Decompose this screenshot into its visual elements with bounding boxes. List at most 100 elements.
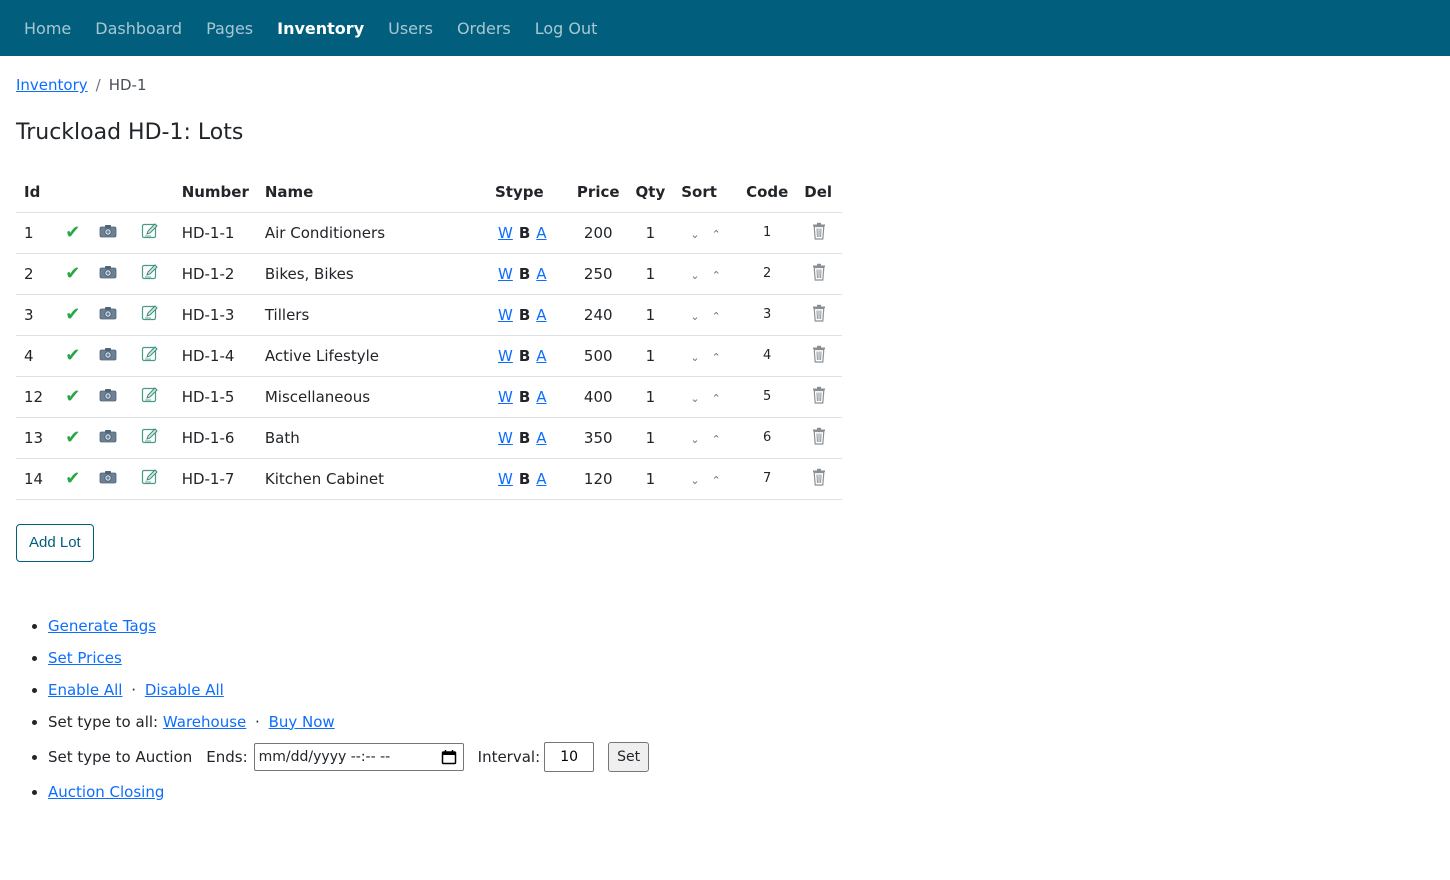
stype-w-link[interactable]: W xyxy=(498,347,513,365)
stype-b-label[interactable]: B xyxy=(519,347,530,365)
sort-up-icon[interactable]: ⌃ xyxy=(712,228,721,241)
stype-w-link[interactable]: W xyxy=(498,224,513,242)
edit-icon[interactable] xyxy=(141,427,159,449)
camera-icon[interactable] xyxy=(99,388,117,406)
nav-pages[interactable]: Pages xyxy=(206,19,253,38)
camera-icon[interactable] xyxy=(99,470,117,488)
edit-icon[interactable] xyxy=(141,304,159,326)
warehouse-link[interactable]: Warehouse xyxy=(163,713,246,731)
check-icon[interactable]: ✔ xyxy=(65,386,80,407)
sort-up-icon[interactable]: ⌃ xyxy=(712,433,721,446)
table-row: 14 ✔ HD-1-7 Kitchen Cabinet W B A 120 1 ⌄ ⌃ 7 xyxy=(16,458,842,500)
sort-down-icon[interactable]: ⌄ xyxy=(690,351,699,364)
interval-input[interactable] xyxy=(544,742,595,772)
edit-icon[interactable] xyxy=(141,222,159,244)
stype-a-link[interactable]: A xyxy=(536,224,546,242)
trash-icon[interactable] xyxy=(811,468,827,490)
nav-home[interactable]: Home xyxy=(24,19,71,38)
camera-icon[interactable] xyxy=(99,306,117,324)
lots-table: Id Number Name Stype Price Qty Sort Code… xyxy=(16,172,842,500)
stype-w-link[interactable]: W xyxy=(498,429,513,447)
stype-a-link[interactable]: A xyxy=(536,388,546,406)
sort-up-icon[interactable]: ⌃ xyxy=(712,474,721,487)
trash-icon[interactable] xyxy=(811,345,827,367)
enable-all-link[interactable]: Enable All xyxy=(48,681,122,699)
stype-a-link[interactable]: A xyxy=(536,265,546,283)
camera-icon[interactable] xyxy=(99,265,117,283)
cell-number: HD-1-3 xyxy=(173,294,257,336)
generate-tags-link[interactable]: Generate Tags xyxy=(48,617,156,635)
cell-price: 250 xyxy=(568,253,628,295)
sort-up-icon[interactable]: ⌃ xyxy=(712,351,721,364)
add-lot-button[interactable]: Add Lot xyxy=(16,523,94,562)
stype-a-link[interactable]: A xyxy=(536,429,546,447)
stype-w-link[interactable]: W xyxy=(498,388,513,406)
sort-up-icon[interactable]: ⌃ xyxy=(712,269,721,282)
cell-name: Active Lifestyle xyxy=(256,335,487,377)
stype-b-label[interactable]: B xyxy=(519,429,530,447)
buy-now-link[interactable]: Buy Now xyxy=(269,713,335,731)
breadcrumb: Inventory / HD-1 xyxy=(16,76,1434,94)
check-icon[interactable]: ✔ xyxy=(65,222,80,243)
sort-down-icon[interactable]: ⌄ xyxy=(690,269,699,282)
cell-code: 2 xyxy=(738,253,797,295)
check-icon[interactable]: ✔ xyxy=(65,304,80,325)
stype-b-label[interactable]: B xyxy=(519,224,530,242)
cell-price: 240 xyxy=(568,294,628,336)
sort-down-icon[interactable]: ⌄ xyxy=(690,433,699,446)
camera-icon[interactable] xyxy=(99,347,117,365)
check-icon[interactable]: ✔ xyxy=(65,345,80,366)
sort-up-icon[interactable]: ⌃ xyxy=(712,392,721,405)
table-row: 3 ✔ HD-1-3 Tillers W B A 240 1 ⌄ ⌃ 3 xyxy=(16,294,842,336)
stype-w-link[interactable]: W xyxy=(498,470,513,488)
cell-number: HD-1-2 xyxy=(173,253,257,295)
trash-icon[interactable] xyxy=(811,263,827,285)
set-auction-button[interactable]: Set xyxy=(608,742,650,772)
auction-closing-link[interactable]: Auction Closing xyxy=(48,783,164,801)
edit-icon[interactable] xyxy=(141,345,159,367)
nav-dashboard[interactable]: Dashboard xyxy=(95,19,182,38)
disable-all-link[interactable]: Disable All xyxy=(145,681,224,699)
ends-datetime-input[interactable]: mm/dd/yyyy --:-- -- xyxy=(253,743,464,771)
breadcrumb-inventory-link[interactable]: Inventory xyxy=(16,76,88,94)
sort-down-icon[interactable]: ⌄ xyxy=(690,474,699,487)
stype-a-link[interactable]: A xyxy=(536,470,546,488)
edit-icon[interactable] xyxy=(141,386,159,408)
sort-down-icon[interactable]: ⌄ xyxy=(690,310,699,323)
auction-form: Set type to Auction Ends: mm/dd/yyyy --:… xyxy=(48,738,650,776)
cell-stype: WBA xyxy=(487,253,569,295)
check-icon[interactable]: ✔ xyxy=(65,468,80,489)
sort-up-icon[interactable]: ⌃ xyxy=(712,310,721,323)
nav-users[interactable]: Users xyxy=(388,19,433,38)
cell-id: 1 xyxy=(16,212,56,254)
camera-icon[interactable] xyxy=(99,224,117,242)
trash-icon[interactable] xyxy=(811,304,827,326)
sort-down-icon[interactable]: ⌄ xyxy=(690,392,699,405)
nav-orders[interactable]: Orders xyxy=(457,19,511,38)
stype-w-link[interactable]: W xyxy=(498,306,513,324)
stype-b-label[interactable]: B xyxy=(519,306,530,324)
stype-a-link[interactable]: A xyxy=(536,306,546,324)
stype-b-label[interactable]: B xyxy=(519,388,530,406)
stype-b-label[interactable]: B xyxy=(519,470,530,488)
cell-qty: 1 xyxy=(627,458,674,500)
header-name: Name xyxy=(256,172,487,213)
nav-inventory[interactable]: Inventory xyxy=(277,19,364,38)
cell-sort: ⌄ ⌃ xyxy=(673,212,739,254)
check-icon[interactable]: ✔ xyxy=(65,263,80,284)
stype-w-link[interactable]: W xyxy=(498,265,513,283)
camera-icon[interactable] xyxy=(99,429,117,447)
check-icon[interactable]: ✔ xyxy=(65,427,80,448)
cell-qty: 1 xyxy=(627,294,674,336)
trash-icon[interactable] xyxy=(811,386,827,408)
edit-icon[interactable] xyxy=(141,468,159,490)
stype-a-link[interactable]: A xyxy=(536,347,546,365)
nav-log-out[interactable]: Log Out xyxy=(535,19,598,38)
sort-down-icon[interactable]: ⌄ xyxy=(690,228,699,241)
stype-b-label[interactable]: B xyxy=(519,265,530,283)
calendar-icon[interactable] xyxy=(441,749,457,765)
trash-icon[interactable] xyxy=(811,222,827,244)
set-prices-link[interactable]: Set Prices xyxy=(48,649,122,667)
trash-icon[interactable] xyxy=(811,427,827,449)
edit-icon[interactable] xyxy=(141,263,159,285)
